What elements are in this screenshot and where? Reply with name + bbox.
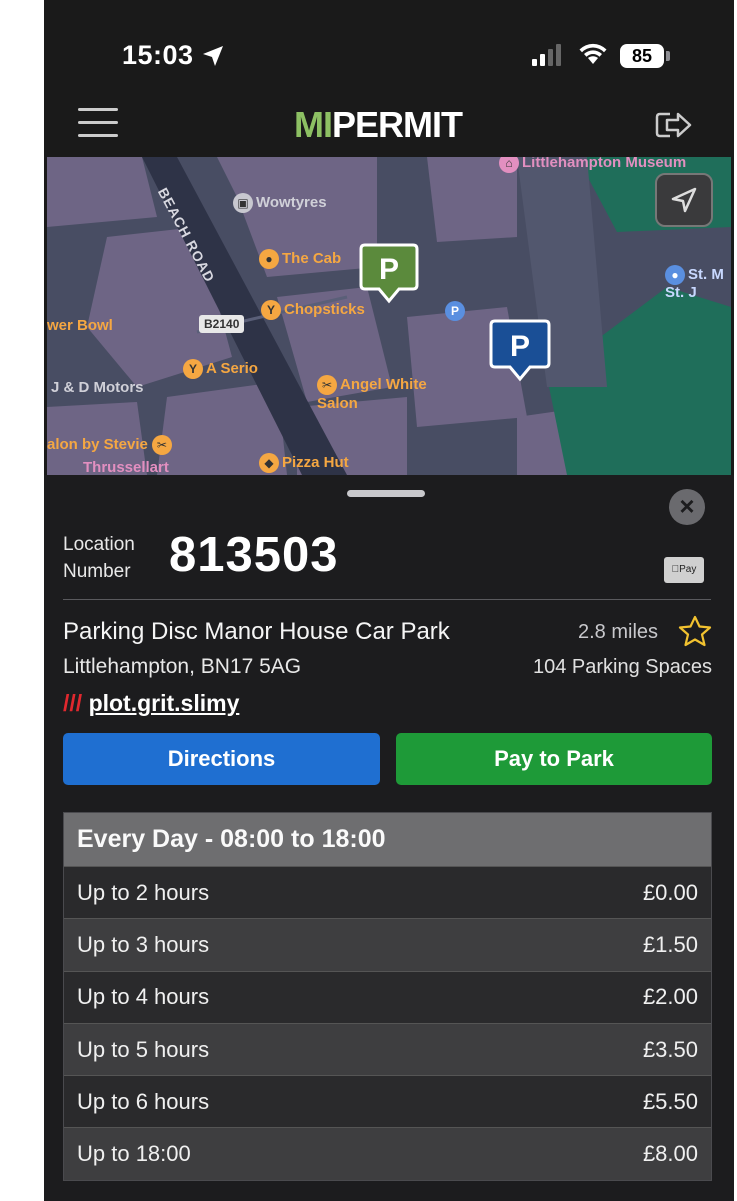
what3words-slashes: /// [63, 690, 83, 716]
app-header: MIPERMIT [44, 96, 734, 156]
map-view[interactable]: BEACH ROAD B2140 ⌂ Littlehampton Museum ▣… [47, 157, 731, 475]
tariff-duration: Up to 3 hours [77, 931, 210, 957]
poi-label: Chopsticks [284, 300, 365, 318]
tariff-row: Up to 5 hours £3.50 [64, 1022, 711, 1076]
app-logo: MIPERMIT [294, 104, 463, 146]
car-icon: ▣ [233, 193, 253, 213]
locate-icon [671, 187, 697, 213]
tariff-duration: Up to 18:00 [77, 1141, 191, 1167]
what3words-address: plot.grit.slimy [88, 690, 240, 716]
poi-the-cab[interactable]: ● The Cab [259, 249, 341, 269]
poi-salon-stevie[interactable]: alon by Stevie ✂ [47, 435, 175, 455]
parking-pin-selected-icon[interactable]: P [489, 319, 551, 383]
location-details-sheet: × Location Number 813503 Pay Parking Di… [44, 475, 734, 1201]
signal-icon [532, 44, 561, 66]
star-icon[interactable] [678, 615, 712, 647]
map-background [47, 157, 731, 475]
screen-margin [0, 0, 44, 1201]
tariff-price: £1.50 [642, 931, 698, 957]
tariff-duration: Up to 6 hours [77, 1088, 210, 1114]
status-time: 15:03 [122, 40, 194, 70]
locate-me-button[interactable] [655, 173, 713, 227]
poi-st-m[interactable]: ● St. M St. J [665, 265, 731, 301]
tariff-price: £2.00 [642, 984, 698, 1010]
tariff-row: Up to 2 hours £0.00 [64, 866, 711, 919]
apple-pay-badge: Pay [664, 557, 704, 583]
poi-label: Thrussellart [83, 459, 169, 475]
tariff-row: Up to 3 hours £1.50 [64, 918, 711, 971]
logout-icon[interactable] [654, 110, 694, 140]
location-arrow-icon [203, 46, 223, 66]
location-label-line: Location [63, 534, 135, 555]
tariff-table: Every Day - 08:00 to 18:00 Up to 2 hours… [63, 812, 712, 1181]
location-number: 813503 [169, 528, 339, 582]
car-park-address: Littlehampton, BN17 5AG [63, 655, 302, 678]
battery-icon: 85 [620, 44, 664, 68]
pay-to-park-button[interactable]: Pay to Park [396, 733, 712, 785]
tariff-heading: Every Day - 08:00 to 18:00 [64, 813, 711, 866]
poi-label: The Cab [282, 249, 342, 267]
pin-label: P [379, 253, 399, 286]
tariff-price: £3.50 [642, 1036, 698, 1062]
location-number-label: Location Number [63, 531, 173, 585]
tariff-price: £0.00 [642, 879, 698, 905]
poi-jd-motors[interactable]: J & D Motors [51, 379, 144, 396]
poi-museum[interactable]: ⌂ Littlehampton Museum [499, 157, 686, 173]
logo-permit: PERMIT [332, 104, 463, 145]
tariff-duration: Up to 5 hours [77, 1036, 210, 1062]
poi-chopsticks[interactable]: Y Chopsticks [261, 300, 365, 320]
poi-label: J & D Motors [51, 379, 144, 396]
museum-icon: ⌂ [499, 157, 519, 173]
church-icon: ● [665, 265, 685, 285]
poi-label: wer Bowl [47, 317, 113, 334]
distance: 2.8 miles [578, 621, 659, 643]
poi-angel-white[interactable]: ✂ Angel White Salon [317, 375, 427, 412]
apple-pay-text: Pay [675, 564, 696, 575]
divider [63, 599, 711, 600]
phone-screen: 15:03 85 MIPERMIT BEACH ROAD B2140 ⌂ Lit… [44, 0, 734, 1201]
poi-label: A Serio [206, 359, 258, 377]
parking-pin-icon[interactable]: P [359, 243, 419, 305]
status-bar: 15:03 85 [44, 0, 734, 96]
location-label-line: Number [63, 561, 131, 582]
poi-label: Wowtyres [256, 193, 327, 211]
poi-a-serio[interactable]: YA Serio [183, 359, 258, 379]
restaurant-icon: ● [259, 249, 279, 269]
directions-button[interactable]: Directions [63, 733, 380, 785]
parking-marker-small[interactable]: P [445, 301, 465, 321]
tariff-row: Up to 18:00 £8.00 [64, 1127, 711, 1180]
poi-pizza-hut[interactable]: ◆ Pizza Hut [259, 453, 349, 473]
restaurant-icon: Y [261, 300, 281, 320]
tariff-price: £8.00 [642, 1141, 698, 1167]
sheet-grabber[interactable] [347, 490, 425, 497]
poi-label: Pizza Hut [282, 453, 349, 471]
poi-bowl[interactable]: wer Bowl [47, 317, 113, 334]
tariff-duration: Up to 2 hours [77, 879, 210, 905]
pin-label: P [510, 330, 530, 363]
battery-tip [666, 51, 670, 61]
poi-label: Littlehampton Museum [522, 157, 687, 171]
poi-label: alon by Stevie [47, 435, 148, 453]
road-badge: B2140 [199, 315, 245, 333]
tariff-row: Up to 4 hours £2.00 [64, 970, 711, 1023]
restaurant-icon: Y [183, 359, 203, 379]
parking-spaces: 104 Parking Spaces [532, 656, 712, 678]
what3words-link[interactable]: /// plot.grit.slimy [63, 690, 239, 717]
tariff-duration: Up to 4 hours [77, 984, 210, 1010]
menu-icon[interactable] [78, 108, 118, 140]
salon-icon: ✂ [317, 375, 337, 395]
pizza-icon: ◆ [259, 453, 279, 473]
salon-icon: ✂ [151, 435, 172, 455]
poi-thrussellart[interactable]: Thrussellart [83, 459, 169, 475]
poi-wowtyres[interactable]: ▣ Wowtyres [233, 193, 327, 213]
logo-mi: MI [294, 104, 333, 145]
car-park-name: Parking Disc Manor House Car Park [63, 618, 450, 645]
tariff-price: £5.50 [642, 1088, 698, 1114]
close-icon[interactable]: × [669, 489, 705, 525]
tariff-row: Up to 6 hours £5.50 [64, 1075, 711, 1128]
wifi-icon [579, 43, 607, 64]
